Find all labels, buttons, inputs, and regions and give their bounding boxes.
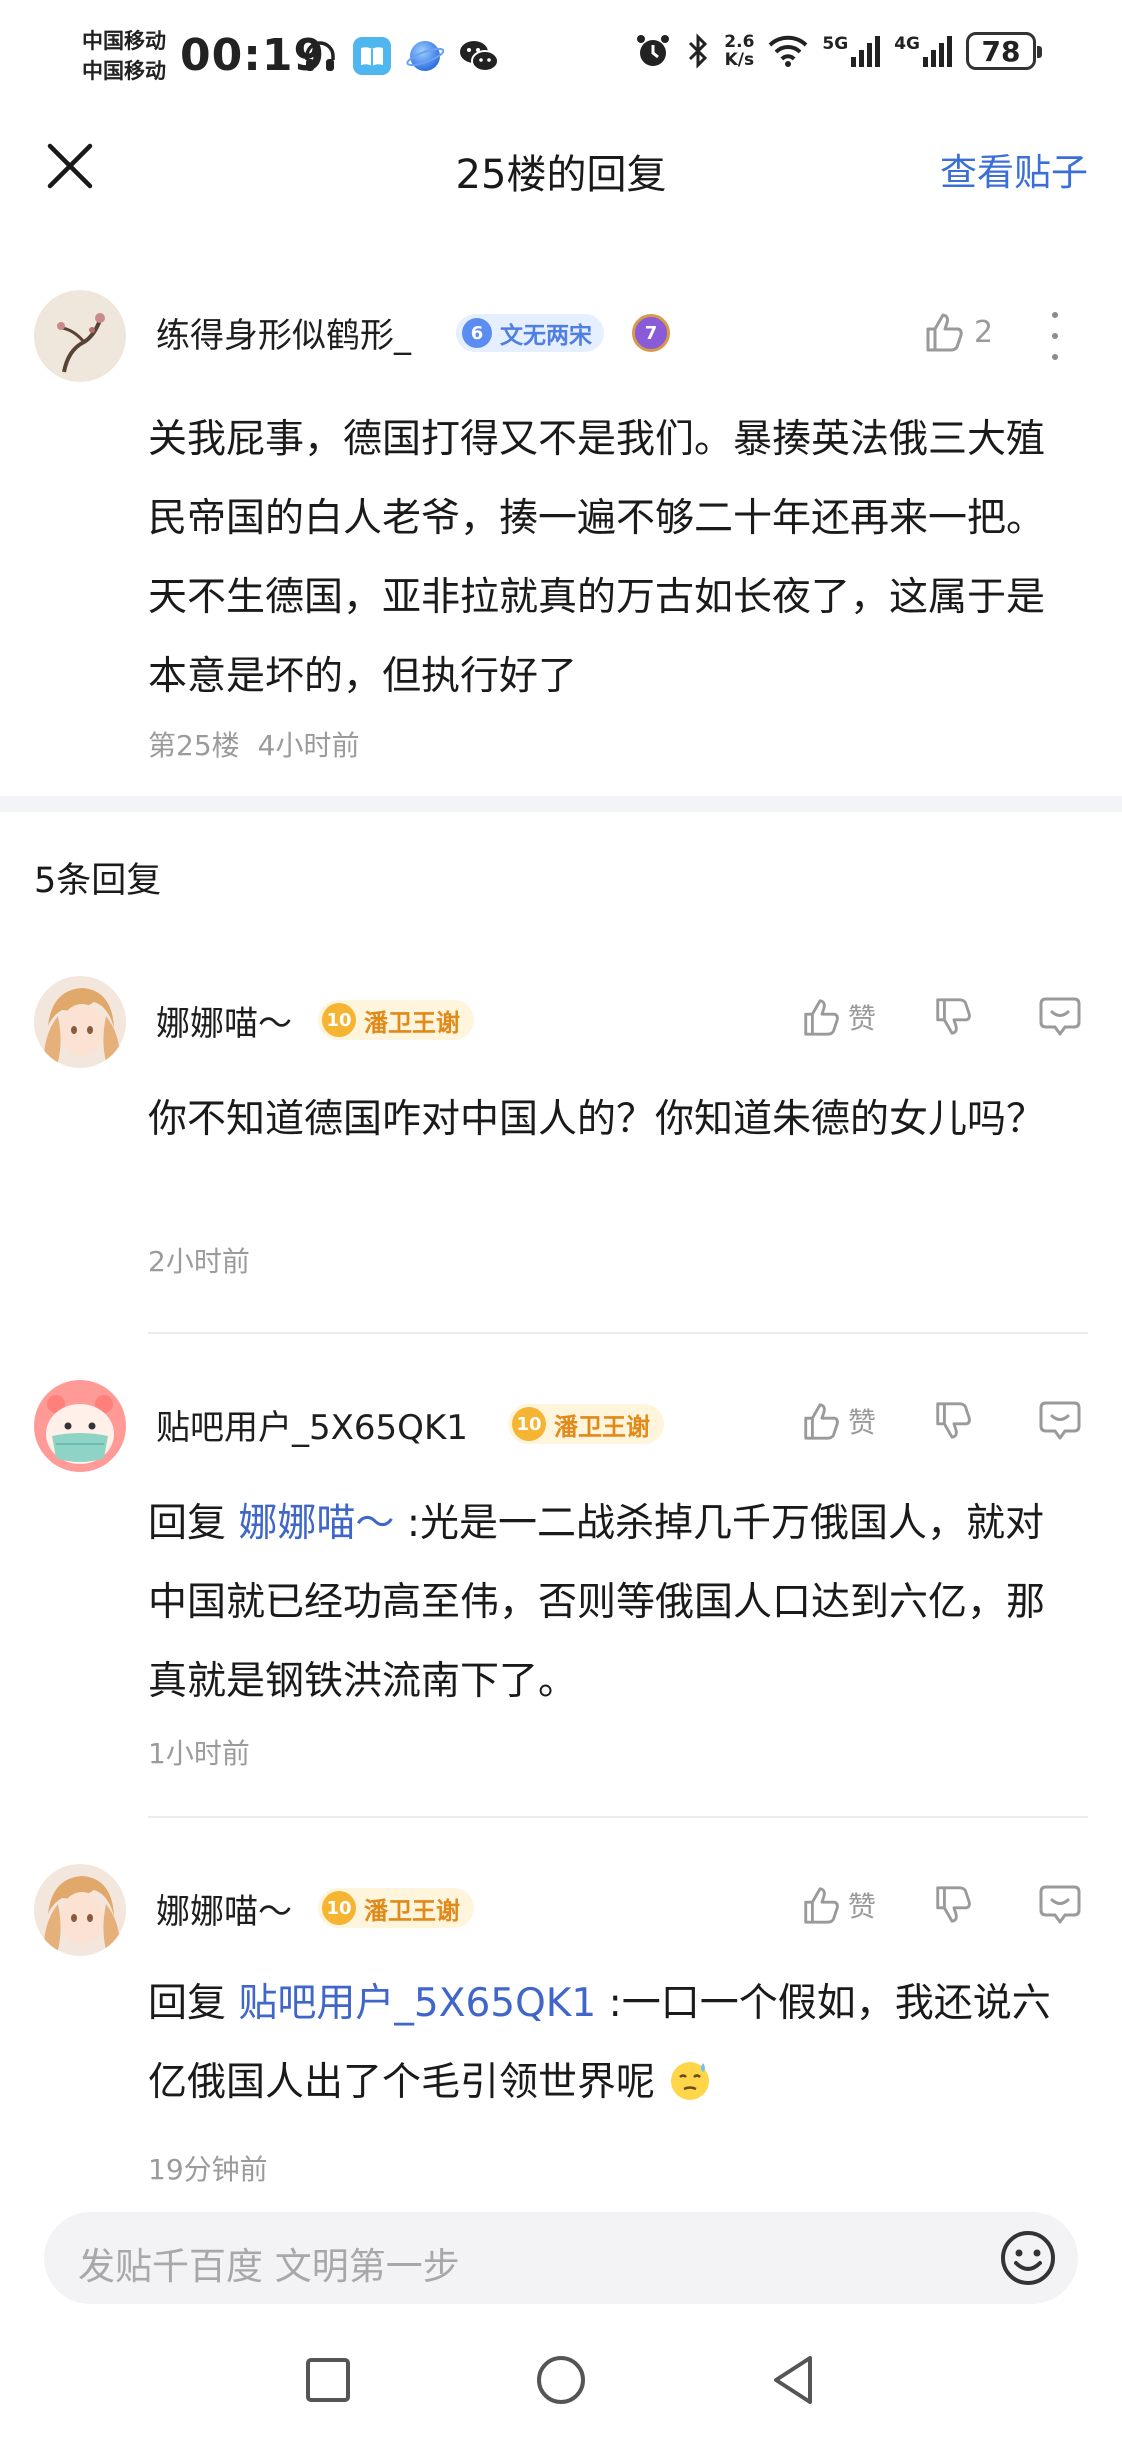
dislike-button[interactable] [932, 1884, 974, 1926]
floor-number: 第25楼 [148, 729, 240, 762]
reply-content: 回复 娜娜喵～ :光是一二战杀掉几千万俄国人，就对中国就已经功高至伟，否则等俄国… [148, 1484, 1078, 1721]
thumbs-up-icon [804, 1403, 839, 1440]
input-placeholder: 发贴千百度 文明第一步 [78, 2245, 460, 2288]
wechat-icon [460, 41, 499, 72]
comment-icon [1039, 1401, 1081, 1440]
reply-time: 1小时前 [148, 1737, 250, 1770]
thumbs-up-icon [926, 313, 963, 352]
comment-button[interactable] [1038, 1400, 1082, 1442]
alarm-icon [637, 35, 670, 66]
level-number: 6 [462, 318, 492, 348]
bluetooth-icon [689, 33, 708, 69]
level-badge: 6 文无两宋 [456, 314, 604, 352]
system-nav-bar [0, 2330, 1122, 2442]
like-label: 赞 [847, 1002, 876, 1035]
reply-actions: 赞 [800, 996, 1082, 1038]
nav-bar: 25楼的回复 查看贴子 [0, 118, 1122, 218]
reply-input[interactable]: 发贴千百度 文明第一步 [44, 2212, 1078, 2304]
signal-icon [923, 36, 952, 67]
home-icon[interactable] [533, 2352, 589, 2408]
view-post-link[interactable]: 查看贴子 [940, 142, 1088, 196]
like-label: 赞 [847, 1406, 876, 1439]
mention-link[interactable]: 贴吧用户_5X65QK1 [238, 1981, 596, 2026]
back-icon[interactable] [766, 2352, 822, 2408]
dislike-button[interactable] [932, 1400, 974, 1442]
avatar[interactable] [34, 1380, 126, 1472]
reply-prefix: 回复 [148, 1501, 227, 1546]
section-divider [0, 796, 1122, 812]
avatar[interactable] [34, 1864, 126, 1956]
signal-4g: 4G [894, 35, 952, 67]
headphones-icon [305, 41, 335, 71]
reply-count-header: 5条回复 [34, 861, 162, 901]
level-number: 10 [322, 1003, 356, 1037]
signal-icon [851, 36, 881, 67]
status-bar: 中国移动 中国移动 00:19 2.6 K/s 5G 4G 78 [0, 0, 1122, 118]
comment-icon [1039, 1885, 1081, 1924]
like-button[interactable]: 赞 [800, 1884, 876, 1926]
comment-button[interactable] [1038, 1884, 1082, 1926]
mention-link[interactable]: 娜娜喵～ [238, 1501, 394, 1546]
divider [148, 1816, 1088, 1818]
level-number: 10 [512, 1407, 546, 1441]
thumbs-up-icon [804, 1887, 839, 1924]
more-options-icon[interactable] [1048, 312, 1062, 360]
post-meta: 第25楼 4小时前 [148, 724, 359, 764]
emoji-icon[interactable] [998, 2228, 1058, 2288]
like-count: 2 [974, 314, 994, 350]
browser-app-icon [406, 41, 444, 71]
reply-text: 你不知道德国咋对中国人的？你知道朱德的女儿吗？ [148, 1097, 1046, 1142]
carrier-labels: 中国移动 中国移动 [82, 26, 166, 86]
avatar[interactable] [34, 976, 126, 1068]
like-button[interactable]: 2 [922, 310, 993, 354]
post-content: 关我屁事，德国打得又不是我们。暴揍英法俄三大殖民帝国的白人老爷，揍一遍不够二十年… [148, 417, 1046, 699]
thumbs-down-icon [936, 1886, 971, 1923]
carrier-2: 中国移动 [82, 59, 166, 83]
carrier-1: 中国移动 [82, 29, 166, 53]
reply-prefix: 回复 [148, 1981, 227, 2026]
reply-time: 2小时前 [148, 1245, 250, 1278]
level-badge: 10 潘卫王谢 [508, 1404, 664, 1444]
level-badge: 10 潘卫王谢 [318, 1000, 474, 1040]
title-badge-text: 文无两宋 [500, 323, 592, 349]
thumbs-up-icon [804, 999, 839, 1036]
reply-actions: 赞 [800, 1884, 1082, 1926]
like-button[interactable]: 赞 [800, 996, 876, 1038]
status-system-icons: 2.6 K/s 5G 4G 78 [634, 32, 1042, 70]
post-time: 4小时前 [257, 729, 360, 762]
level-number: 10 [322, 1891, 356, 1925]
comment-button[interactable] [1038, 996, 1082, 1038]
title-badge-text: 潘卫王谢 [554, 1412, 650, 1441]
divider [148, 1332, 1088, 1334]
reply-content: 你不知道德国咋对中国人的？你知道朱德的女儿吗？ [148, 1080, 1078, 1159]
signal-5g: 5G [822, 35, 881, 67]
title-badge-text: 潘卫王谢 [364, 1896, 460, 1925]
reply-author[interactable]: 娜娜喵～ [156, 996, 292, 1045]
vip-badge-icon: 7 [632, 314, 670, 352]
thumbs-down-icon [936, 1402, 971, 1439]
reply-actions: 赞 [800, 1400, 1082, 1442]
avatar[interactable] [34, 290, 126, 382]
like-label: 赞 [847, 1890, 876, 1923]
comment-icon [1039, 997, 1081, 1036]
reply-time: 19分钟前 [148, 2153, 268, 2186]
battery-icon: 78 [966, 32, 1042, 70]
title-badge-text: 潘卫王谢 [364, 1008, 460, 1037]
reader-app-icon [353, 37, 391, 75]
status-app-icons [302, 36, 500, 76]
thumbs-down-icon [936, 998, 971, 1035]
sweat-emoji-icon [671, 2062, 710, 2100]
reply-content: 回复 贴吧用户_5X65QK1 :一口一个假如，我还说六亿俄国人出了个毛引领世界… [148, 1964, 1078, 2122]
wifi-icon [769, 35, 808, 67]
dislike-button[interactable] [932, 996, 974, 1038]
recent-apps-icon[interactable] [300, 2352, 356, 2408]
network-speed: 2.6 K/s [724, 32, 755, 70]
post-author[interactable]: 练得身形似鹤形_ [156, 308, 411, 357]
reply-author[interactable]: 贴吧用户_5X65QK1 [156, 1400, 468, 1449]
level-badge: 10 潘卫王谢 [318, 1888, 474, 1928]
like-button[interactable]: 赞 [800, 1400, 876, 1442]
reply-author[interactable]: 娜娜喵～ [156, 1884, 292, 1933]
